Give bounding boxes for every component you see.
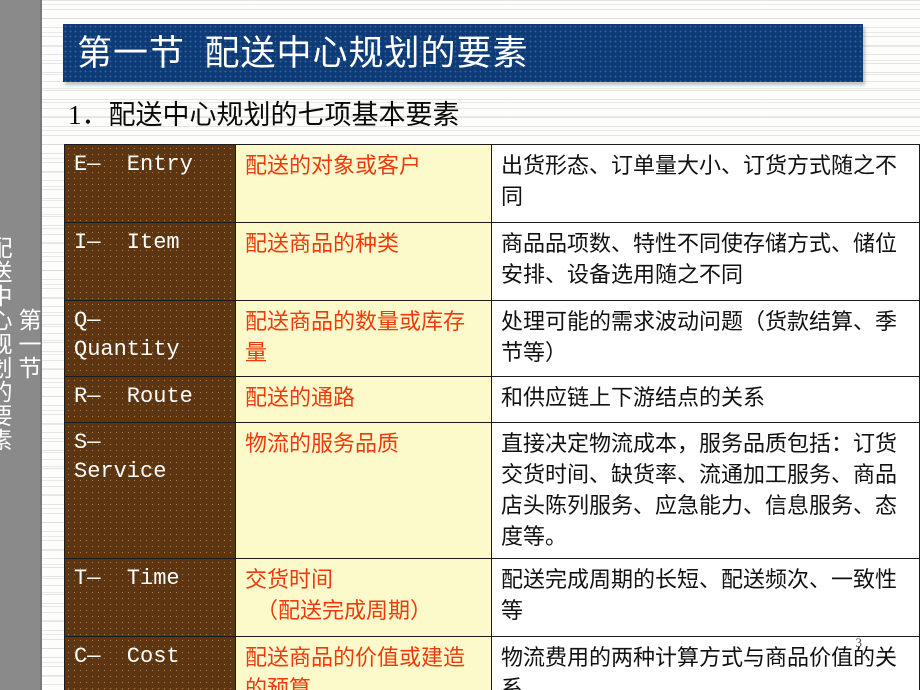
slide-sidebar: 第一节 配送中心规划的要素 [0,0,42,690]
element-code-cell: T— Time [64,558,236,637]
element-description-cell: 和供应链上下游结点的关系 [491,376,920,423]
page-number: 3 [855,635,863,650]
table-row: T— Time 交货时间 （配送完成周期） 配送完成周期的长短、配送频次、一致性… [64,558,920,637]
element-description-cell: 直接决定物流成本，服务品质包括：订货交货时间、缺货率、流通加工服务、商品店头陈列… [491,422,920,559]
element-meaning-cell: 配送的通路 [235,376,492,423]
slide-title-bar: 第一节 配送中心规划的要素 [63,24,863,82]
slide-title: 第一节 配送中心规划的要素 [77,33,529,73]
table-row: S— Service 物流的服务品质 直接决定物流成本，服务品质包括：订货交货时… [64,422,920,559]
table-row: Q— Quantity 配送商品的数量或库存量 处理可能的需求波动问题（货款结算… [64,300,920,377]
table-row: C— Cost 配送商品的价值或建造的预算 物流费用的两种计算方式与商品价值的关… [64,636,920,690]
element-code-cell: Q— Quantity [64,300,236,377]
sidebar-vertical-title: 第一节 配送中心规划的要素 [0,236,40,452]
table-row: E— Entry 配送的对象或客户 出货形态、订单量大小、订货方式随之不同 [64,144,920,223]
element-meaning-cell: 物流的服务品质 [235,422,492,559]
element-code-cell: E— Entry [64,144,236,223]
element-description-cell: 配送完成周期的长短、配送频次、一致性等 [491,558,920,637]
element-description-cell: 处理可能的需求波动问题（货款结算、季节等） [491,300,920,377]
presentation-slide: 第一节 配送中心规划的要素 第一节 配送中心规划的要素 1．配送中心规划的七项基… [0,0,920,690]
element-description-cell: 商品品项数、特性不同使存储方式、储位安排、设备选用随之不同 [491,222,920,301]
element-code-cell: C— Cost [64,636,236,690]
seven-elements-table: E— Entry 配送的对象或客户 出货形态、订单量大小、订货方式随之不同 I—… [64,144,920,690]
element-code-cell: R— Route [64,376,236,423]
element-code-cell: S— Service [64,422,236,559]
table-row: R— Route 配送的通路 和供应链上下游结点的关系 [64,376,920,423]
element-description-cell: 出货形态、订单量大小、订货方式随之不同 [491,144,920,223]
element-meaning-cell: 配送商品的价值或建造的预算 [235,636,492,690]
element-code-cell: I— Item [64,222,236,301]
table-row: I— Item 配送商品的种类 商品品项数、特性不同使存储方式、储位安排、设备选… [64,222,920,301]
slide-subtitle: 1．配送中心规划的七项基本要素 [68,100,460,130]
element-meaning-cell: 配送商品的种类 [235,222,492,301]
element-meaning-cell: 配送的对象或客户 [235,144,492,223]
table-body: E— Entry 配送的对象或客户 出货形态、订单量大小、订货方式随之不同 I—… [64,144,920,690]
element-meaning-cell: 交货时间 （配送完成周期） [235,558,492,637]
element-meaning-cell: 配送商品的数量或库存量 [235,300,492,377]
